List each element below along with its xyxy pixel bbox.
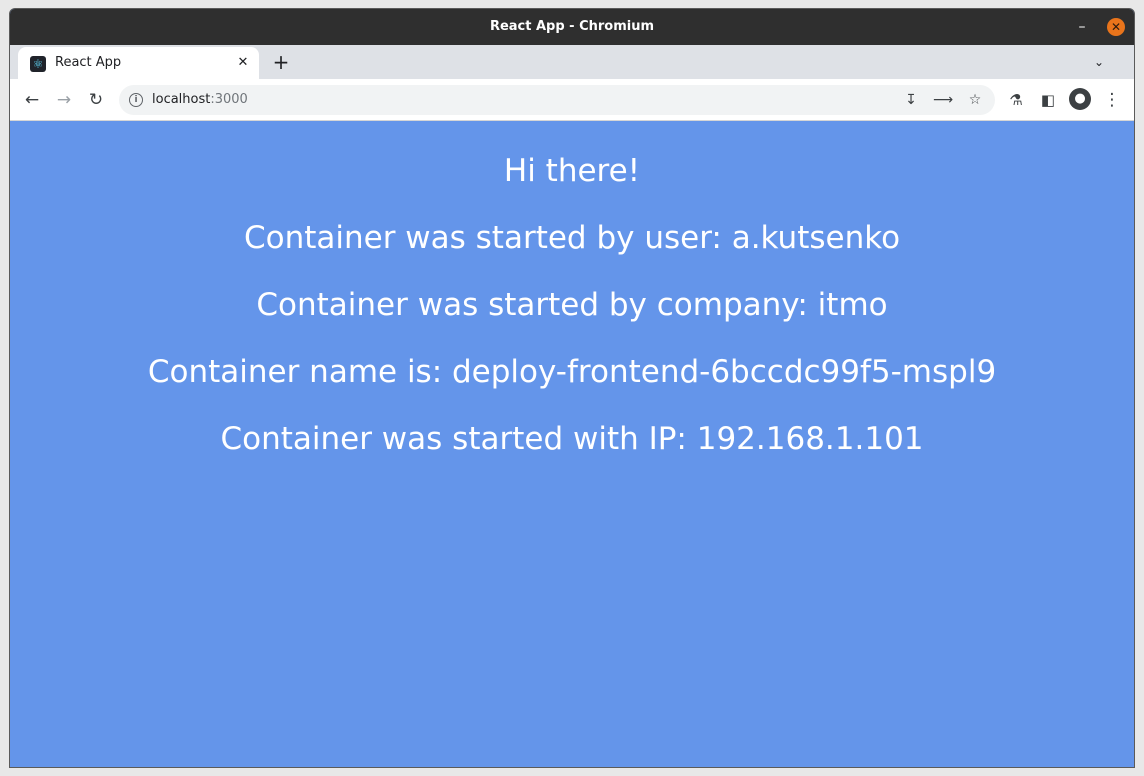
- menu-dots-icon[interactable]: ⋮: [1100, 88, 1124, 112]
- title-bar: React App - Chromium – ✕: [10, 9, 1134, 45]
- site-info-icon[interactable]: i: [129, 93, 143, 107]
- minimize-icon[interactable]: –: [1074, 19, 1090, 35]
- side-panel-icon[interactable]: ◧: [1036, 88, 1060, 112]
- react-logo-icon: ⚛: [30, 56, 46, 72]
- company-info-text: Container was started by company: itmo: [256, 287, 888, 323]
- ip-info-text: Container was started with IP: 192.168.1…: [220, 421, 924, 457]
- container-name-text: Container name is: deploy-frontend-6bccd…: [147, 354, 997, 390]
- page-content: Hi there! Container was started by user:…: [10, 121, 1134, 767]
- forward-arrow-icon[interactable]: →: [52, 88, 76, 112]
- address-bar[interactable]: i localhost:3000 ↧ ⟶ ☆: [119, 85, 995, 115]
- bookmark-star-icon[interactable]: ☆: [965, 90, 985, 110]
- new-tab-button[interactable]: +: [270, 51, 292, 73]
- close-window-icon[interactable]: ✕: [1107, 18, 1125, 36]
- browser-window: React App - Chromium – ✕ ⚛ React App ✕ +…: [9, 8, 1135, 768]
- close-tab-icon[interactable]: ✕: [235, 55, 251, 71]
- user-info-text: Container was started by user: a.kutsenk…: [243, 220, 901, 256]
- profile-avatar-icon[interactable]: ●: [1069, 88, 1091, 110]
- greeting-text: Hi there!: [503, 153, 641, 189]
- url-text[interactable]: localhost:3000: [152, 85, 248, 115]
- share-icon[interactable]: ⟶: [933, 90, 953, 110]
- url-host: localhost: [152, 92, 211, 107]
- install-app-icon[interactable]: ↧: [901, 90, 921, 110]
- tab-search-chevron-icon[interactable]: ⌄: [1090, 53, 1108, 71]
- url-port: :3000: [210, 92, 248, 107]
- tab-strip: ⚛ React App ✕ + ⌄: [10, 45, 1134, 79]
- tab-title: React App: [55, 55, 122, 70]
- tab-react-app[interactable]: ⚛ React App ✕: [18, 47, 259, 79]
- browser-toolbar: ← → ↻ i localhost:3000 ↧ ⟶ ☆ ⚗ ◧ ● ⋮: [10, 79, 1134, 121]
- labs-flask-icon[interactable]: ⚗: [1004, 88, 1028, 112]
- reload-icon[interactable]: ↻: [84, 88, 108, 112]
- window-title: React App - Chromium: [489, 19, 655, 34]
- back-arrow-icon[interactable]: ←: [20, 88, 44, 112]
